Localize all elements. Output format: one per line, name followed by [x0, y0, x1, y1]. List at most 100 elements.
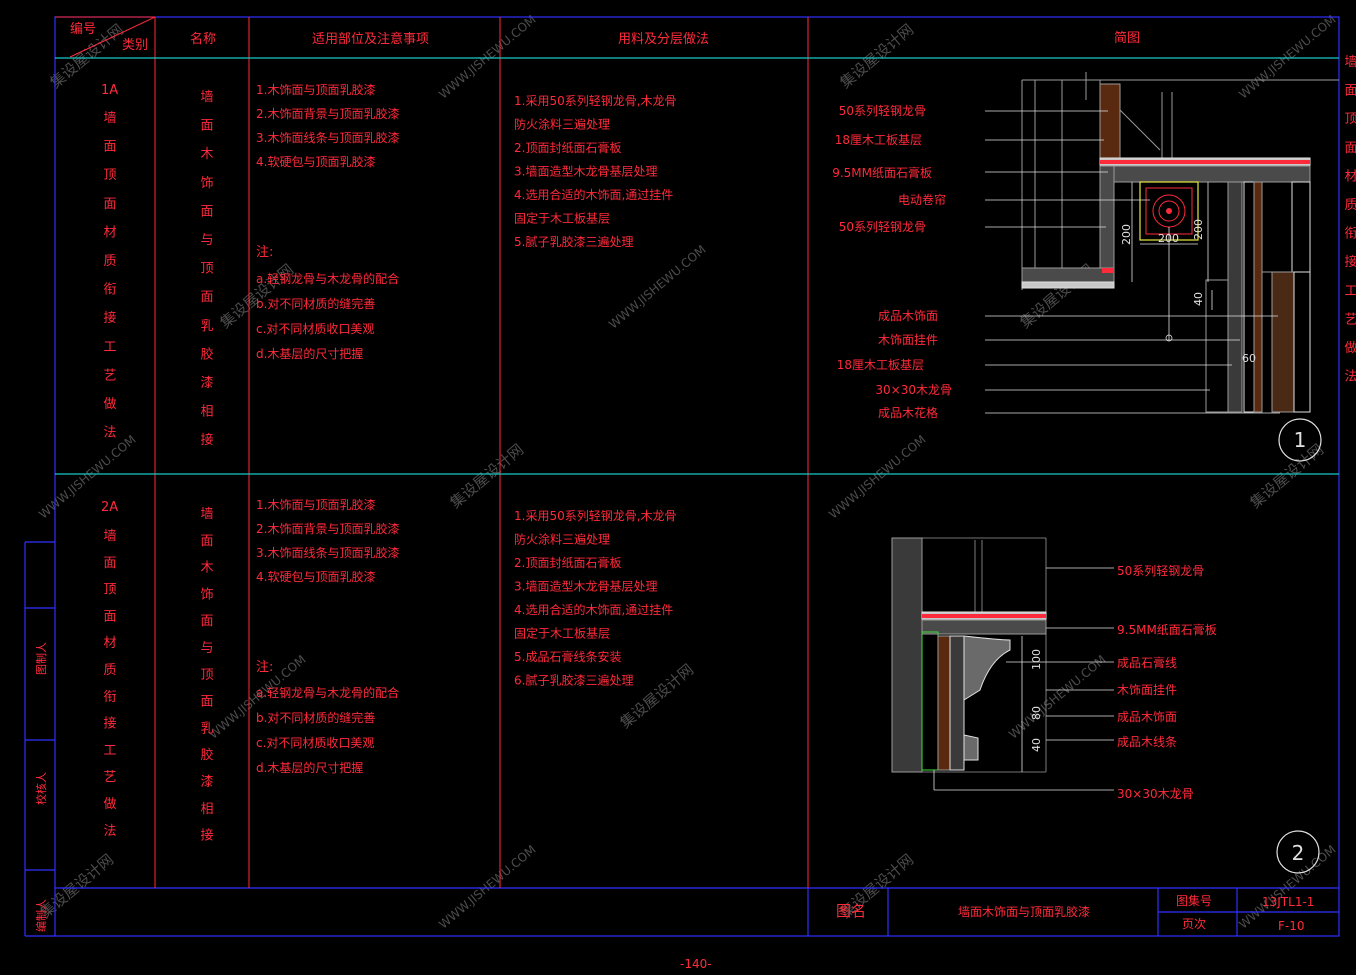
d1-label-10: 成品木花格 [878, 405, 938, 420]
row2-note-3: c.对不同材质收口美观 [256, 736, 374, 750]
row1-name-char-3: 木 [200, 147, 213, 162]
row1-name-char-2: 面 [200, 119, 213, 134]
row2-name-char-11: 漆 [200, 774, 213, 790]
d2-label-3: 成品石膏线 [1117, 655, 1177, 670]
row1-name-char-5: 面 [200, 204, 213, 219]
d2-label-7: 30×30木龙骨 [1117, 787, 1194, 801]
row2-scope-line-4: 4.软硬包与顶面乳胶漆 [256, 569, 375, 584]
strip-editor: 编制人 [34, 899, 48, 932]
header-category: 类别 [122, 38, 148, 53]
strip-checker: 校核人 [34, 772, 48, 805]
row2-material-line-2: 防火涂料三遍处理 [514, 532, 610, 547]
d1-label-5: 50系列轻钢龙骨 [839, 220, 926, 234]
row1-material-line-6: 固定于木工板基层 [514, 211, 610, 226]
row2-category-char-11: 做 [103, 797, 116, 812]
row2-note-4: d.木基层的尺寸把握 [256, 760, 363, 775]
d2-label-1: 50系列轻钢龙骨 [1117, 564, 1204, 578]
side-title-char-5: 材 [1344, 169, 1356, 184]
d1-label-1: 50系列轻钢龙骨 [839, 104, 926, 118]
row2-category-char-12: 法 [103, 824, 116, 839]
page-label: 页次 [1182, 917, 1206, 931]
row1-category-char-2: 面 [103, 140, 116, 155]
d1-label-8: 18厘木工板基层 [837, 358, 924, 372]
row1-category-char-8: 接 [103, 310, 116, 326]
row1-name-char-13: 接 [200, 432, 213, 448]
row2-category-char-10: 艺 [103, 770, 116, 785]
row1-name-char-9: 乳 [200, 319, 213, 334]
drawing-title: 墙面木饰面与顶面乳胶漆 [958, 904, 1090, 919]
row1-material-line-4: 3.墙面造型木龙骨基层处理 [514, 165, 657, 179]
row2-category-char-2: 面 [103, 556, 116, 571]
side-title-char-10: 艺 [1344, 312, 1356, 327]
row1-category-char-7: 衔 [103, 283, 116, 298]
side-title-char-4: 面 [1344, 141, 1356, 156]
side-title-char-11: 做 [1344, 341, 1356, 356]
row1-scope-line-4: 4.软硬包与顶面乳胶漆 [256, 154, 375, 169]
row2-category-char-8: 接 [103, 716, 116, 732]
row2-category-char-5: 材 [103, 636, 116, 651]
row2-material-line-8: 6.腻子乳胶漆三遍处理 [514, 673, 633, 688]
row1-note-4: d.木基层的尺寸把握 [256, 346, 363, 361]
d2-label-6: 成品木线条 [1117, 735, 1177, 749]
row2-category-char-3: 顶 [103, 583, 116, 598]
d1-label-9: 30×30木龙骨 [875, 383, 952, 397]
row1-name-char-10: 胶 [200, 346, 213, 362]
detail-2-number: 2 [1292, 841, 1305, 865]
row2-name-char-13: 接 [200, 828, 213, 844]
row1-name-char-4: 饰 [200, 176, 213, 191]
row2-name-char-3: 木 [200, 561, 213, 576]
row2-scope-line-2: 2.木饰面背景与顶面乳胶漆 [256, 521, 399, 536]
row1-category-char-5: 材 [103, 225, 116, 240]
d1-label-6: 成品木饰面 [878, 309, 938, 323]
row1-name-char-1: 墙 [200, 90, 213, 105]
row2-category-char-4: 面 [103, 609, 116, 624]
sheet-number: F-10 [1278, 919, 1305, 933]
row1-material-line-2: 防火涂料三遍处理 [514, 117, 610, 132]
row2-note-1: a.轻钢龙骨与木龙骨的配合 [256, 685, 399, 700]
row2-name-char-8: 面 [200, 695, 213, 710]
d1-dim-4: 40 [1192, 292, 1205, 306]
header-name: 名称 [190, 31, 216, 47]
side-title-char-12: 法 [1344, 370, 1356, 385]
header-code: 编号 [70, 22, 96, 37]
d1-label-4: 电动卷帘 [898, 192, 946, 207]
row1-note-3: c.对不同材质收口美观 [256, 322, 374, 336]
row2-note-2: b.对不同材质的缝完善 [256, 710, 375, 725]
row2-note-label: 注: [256, 660, 273, 675]
row1-category-char-6: 质 [103, 254, 116, 269]
side-title-char-2: 面 [1344, 84, 1356, 99]
page-number: -140- [680, 957, 712, 971]
row2-material-line-5: 4.选用合适的木饰面,通过挂件 [514, 602, 673, 617]
d1-label-3: 9.5MM纸面石膏板 [832, 165, 932, 180]
row2-material-line-4: 3.墙面造型木龙骨基层处理 [514, 580, 657, 594]
d1-label-7: 木饰面挂件 [878, 333, 938, 347]
row1-note-label: 注: [256, 245, 273, 260]
row2-category-char-1: 墙 [103, 529, 116, 544]
row1-category-char-4: 面 [103, 197, 116, 212]
row2-scope-line-3: 3.木饰面线条与顶面乳胶漆 [256, 545, 399, 560]
d1-label-2: 18厘木工板基层 [835, 133, 922, 147]
row2-material-line-3: 2.顶面封纸面石膏板 [514, 555, 621, 570]
row1-note-2: b.对不同材质的缝完善 [256, 296, 375, 311]
d1-dim-5: 60 [1242, 352, 1256, 365]
row1-name-char-7: 顶 [200, 262, 213, 277]
row1-category-char-1: 墙 [103, 111, 116, 126]
row2-name-char-2: 面 [200, 534, 213, 549]
header-sketch: 简图 [1114, 30, 1140, 46]
header-materials: 用料及分层做法 [618, 32, 709, 47]
row1-scope-line-3: 3.木饰面线条与顶面乳胶漆 [256, 130, 399, 145]
row1-name-char-11: 漆 [200, 375, 213, 391]
atlas-label: 图集号 [1176, 893, 1212, 908]
row2-name-char-12: 相 [200, 802, 213, 817]
side-title-char-1: 墙 [1344, 55, 1356, 70]
row1-material-line-3: 2.顶面封纸面石膏板 [514, 140, 621, 155]
row1-scope-line-1: 1.木饰面与顶面乳胶漆 [256, 82, 375, 97]
row1-category-char-9: 工 [103, 340, 116, 355]
row2-name-char-1: 墙 [200, 507, 213, 522]
side-title-char-3: 顶 [1344, 112, 1356, 127]
row1-note-1: a.轻钢龙骨与木龙骨的配合 [256, 271, 399, 286]
row1-category-char-3: 顶 [103, 168, 116, 183]
row2-material-line-7: 5.成品石膏线条安装 [514, 649, 621, 664]
header-scope: 适用部位及注意事项 [312, 31, 429, 47]
row2-category-char-6: 质 [103, 663, 116, 678]
